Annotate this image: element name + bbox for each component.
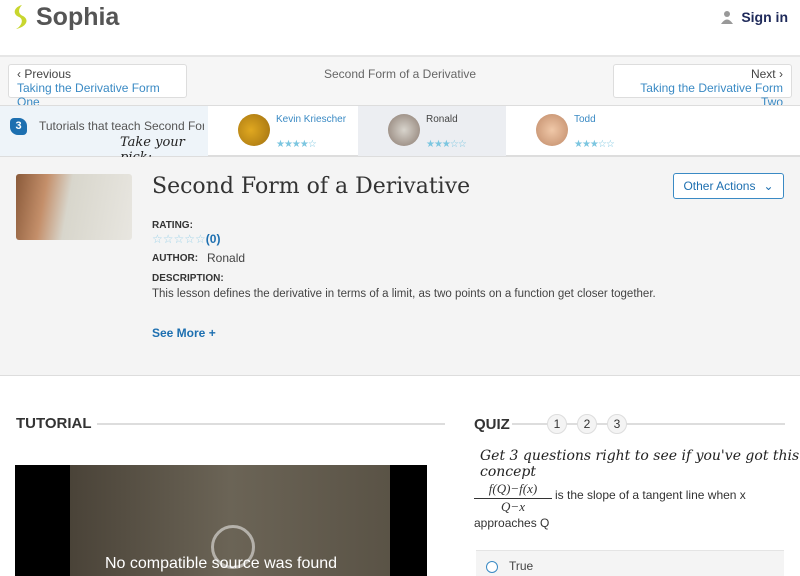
tutorial-count-badge: 3	[10, 118, 27, 135]
tutorial-author[interactable]: Kevin Kriescher	[276, 114, 346, 125]
see-more-link[interactable]: See More +	[152, 326, 216, 340]
rating-count: (0)	[205, 232, 221, 246]
chevron-down-icon: ⌄	[763, 179, 774, 193]
lesson-details: Second Form of a Derivative Other Action…	[0, 157, 800, 376]
user-icon	[721, 11, 734, 24]
sign-in-label: Sign in	[741, 9, 788, 25]
tutorial-author[interactable]: Todd	[574, 114, 596, 125]
quiz-heading: QUIZ	[474, 416, 510, 433]
tutorial-card-selected[interactable]: Ronald ★★★☆☆	[358, 106, 506, 156]
video-error-message: No compatible source was found	[104, 555, 338, 572]
radio-button[interactable]	[486, 561, 498, 573]
chevron-right-icon: ›	[775, 67, 783, 81]
rating-stars: ★★★★☆	[276, 139, 317, 150]
rating-stars: ★★★☆☆	[426, 139, 467, 150]
answer-label: True	[509, 559, 534, 573]
sophia-logo-icon[interactable]	[10, 4, 32, 30]
fraction: f(Q)−f(x) Q−x	[474, 481, 552, 515]
rating-stars[interactable]: ☆☆☆☆☆	[152, 232, 206, 246]
tutorials-strip: 3 Tutorials that teach Second Form of a …	[0, 105, 800, 165]
tutorial-card[interactable]: Todd ★★★☆☆	[506, 106, 656, 156]
header: Sophia Sign in	[0, 0, 800, 57]
other-actions-label: Other Actions	[683, 179, 756, 193]
tutorials-title: Tutorials that teach Second Form of a De…	[39, 119, 204, 133]
video-player[interactable]: No compatible source was found	[15, 465, 427, 576]
previous-button[interactable]: ‹ Previous Taking the Derivative Form On…	[8, 64, 187, 109]
question-text: is the slope of a tangent line when x	[555, 488, 746, 502]
description-label: DESCRIPTION:	[152, 273, 224, 284]
other-actions-button[interactable]: Other Actions ⌄	[673, 173, 784, 199]
rating-widget[interactable]: ☆☆☆☆☆(0)	[152, 232, 220, 246]
avatar	[536, 114, 568, 146]
fraction-denominator: Q−x	[501, 499, 525, 514]
lesson-nav: ‹ Previous Taking the Derivative Form On…	[0, 57, 800, 109]
previous-label: Previous	[24, 67, 72, 81]
quiz-step-1[interactable]: 1	[547, 414, 567, 434]
lesson-title: Second Form of a Derivative	[152, 174, 471, 199]
rating-stars: ★★★☆☆	[574, 139, 615, 150]
tutorial-heading: TUTORIAL	[16, 415, 92, 432]
nav-title: Second Form of a Derivative	[323, 67, 477, 81]
next-button[interactable]: Next › Taking the Derivative Form Two	[613, 64, 792, 109]
divider	[97, 423, 445, 425]
quiz-step-2[interactable]: 2	[577, 414, 597, 434]
answer-option-true[interactable]: True	[476, 550, 784, 576]
quiz-step-3[interactable]: 3	[607, 414, 627, 434]
rating-label: RATING:	[152, 220, 193, 231]
tutorials-summary: 3 Tutorials that teach Second Form of a …	[0, 106, 208, 165]
next-label: Next	[750, 67, 776, 81]
quiz-intro: Get 3 questions right to see if you've g…	[480, 448, 800, 480]
avatar	[388, 114, 420, 146]
author-label: AUTHOR:	[152, 253, 199, 264]
tutorial-card[interactable]: Kevin Kriescher ★★★★☆	[208, 106, 358, 156]
avatar	[238, 114, 270, 146]
question-text-end: approaches Q	[474, 516, 550, 530]
tutorial-author[interactable]: Ronald	[426, 114, 458, 125]
lesson-thumbnail[interactable]	[16, 174, 132, 240]
author-name: Ronald	[207, 251, 246, 265]
fraction-numerator: f(Q)−f(x)	[474, 481, 552, 499]
brand-name[interactable]: Sophia	[36, 3, 119, 32]
sign-in-link[interactable]: Sign in	[721, 9, 788, 25]
description-text: This lesson defines the derivative in te…	[152, 288, 656, 300]
